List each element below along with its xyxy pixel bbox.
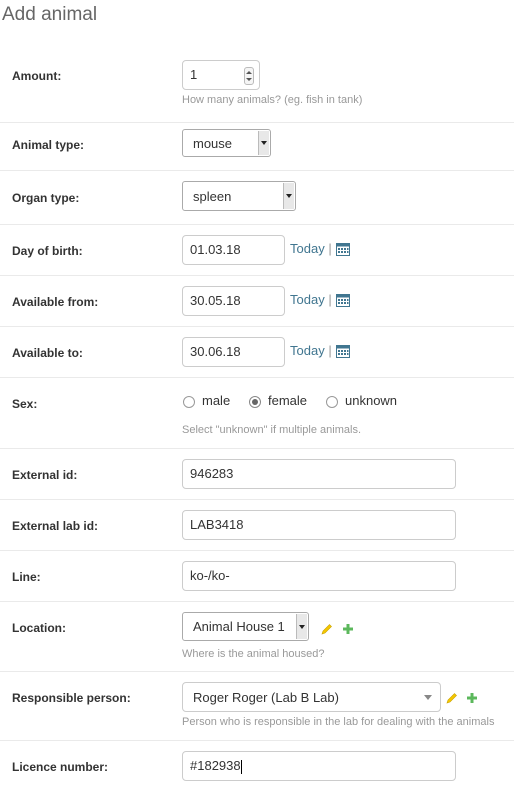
today-link-label: Today (290, 241, 325, 256)
sex-help: Select "unknown" if multiple animals. (182, 424, 362, 436)
sex-option-female[interactable]: female (268, 393, 307, 408)
field-row-organ-type: Organ type: spleen (0, 171, 514, 225)
responsible-person-help: Person who is responsible in the lab for… (182, 716, 495, 728)
amount-spinner[interactable] (244, 67, 254, 85)
responsible-person-select[interactable]: Roger Roger (Lab B Lab) (182, 682, 441, 712)
separator: | (328, 343, 332, 358)
day-of-birth-input[interactable]: 01.03.18 (182, 235, 285, 265)
available-to-label: Available to: (12, 346, 83, 360)
available-from-label: Available from: (12, 295, 99, 309)
external-id-input[interactable]: 946283 (182, 459, 456, 489)
available-from-input[interactable]: 30.05.18 (182, 286, 285, 316)
sex-radio-female[interactable] (249, 396, 261, 408)
amount-value: 1 (190, 67, 198, 82)
day-of-birth-label: Day of birth: (12, 244, 83, 258)
location-select[interactable]: Animal House 1 (182, 612, 309, 641)
page-title: Add animal (2, 4, 98, 25)
sex-option-male[interactable]: male (202, 393, 230, 408)
line-input[interactable]: ko-/ko- (182, 561, 456, 591)
chevron-down-icon (258, 131, 269, 155)
animal-type-select[interactable]: mouse (182, 129, 271, 157)
pencil-icon[interactable] (446, 692, 458, 704)
available-to-today-link[interactable]: Today | (290, 343, 332, 358)
available-to-input[interactable]: 30.06.18 (182, 337, 285, 367)
external-lab-id-label: External lab id: (12, 519, 99, 533)
licence-number-label: Licence number: (12, 760, 109, 774)
field-row-amount: Amount: 1 How many animals? (eg. fish in… (0, 52, 514, 123)
separator: | (328, 241, 332, 256)
external-id-label: External id: (12, 468, 78, 482)
plus-icon[interactable] (342, 623, 354, 635)
field-row-sex: Sex: male female unknown Select "unknown… (0, 378, 514, 449)
plus-icon[interactable] (466, 692, 478, 704)
amount-label: Amount: (12, 69, 62, 83)
field-row-line: Line: ko-/ko- (0, 551, 514, 602)
field-row-responsible-person: Responsible person: Roger Roger (Lab B L… (0, 672, 514, 741)
animal-type-value: mouse (193, 136, 233, 151)
sex-option-unknown[interactable]: unknown (345, 393, 397, 408)
chevron-down-icon (424, 695, 432, 700)
organ-type-label: Organ type: (12, 191, 80, 205)
today-link-label: Today (290, 292, 325, 307)
calendar-icon[interactable] (336, 242, 350, 256)
calendar-icon[interactable] (336, 293, 350, 307)
animal-type-label: Animal type: (12, 138, 85, 152)
sex-label: Sex: (12, 397, 38, 411)
field-row-available-to: Available to: 30.06.18 Today | (0, 327, 514, 378)
licence-number-value: #182938 (190, 758, 241, 773)
chevron-down-icon (296, 614, 307, 639)
day-of-birth-today-link[interactable]: Today | (290, 241, 332, 256)
text-cursor (240, 759, 242, 774)
location-value: Animal House 1 (193, 619, 285, 634)
organ-type-value: spleen (193, 189, 232, 204)
field-row-location: Location: Animal House 1 Where is the an… (0, 602, 514, 672)
separator: | (328, 292, 332, 307)
field-row-licence-number: Licence number: #182938 (0, 741, 514, 791)
location-help: Where is the animal housed? (182, 648, 325, 660)
external-lab-id-input[interactable]: LAB3418 (182, 510, 456, 540)
amount-help: How many animals? (eg. fish in tank) (182, 94, 363, 106)
responsible-person-value: Roger Roger (Lab B Lab) (193, 690, 339, 705)
licence-number-input[interactable]: #182938 (182, 751, 456, 781)
responsible-person-label: Responsible person: (12, 691, 131, 705)
pencil-icon[interactable] (321, 623, 333, 635)
field-row-day-of-birth: Day of birth: 01.03.18 Today | (0, 225, 514, 276)
calendar-icon[interactable] (336, 344, 350, 358)
amount-input[interactable]: 1 (182, 60, 260, 90)
today-link-label: Today (290, 343, 325, 358)
chevron-down-icon (283, 183, 294, 209)
organ-type-select[interactable]: spleen (182, 181, 296, 211)
line-label: Line: (12, 570, 41, 584)
sex-radio-unknown[interactable] (326, 396, 338, 408)
field-row-external-id: External id: 946283 (0, 449, 514, 500)
available-from-today-link[interactable]: Today | (290, 292, 332, 307)
field-row-external-lab-id: External lab id: LAB3418 (0, 500, 514, 551)
field-row-available-from: Available from: 30.05.18 Today | (0, 276, 514, 327)
sex-radio-male[interactable] (183, 396, 195, 408)
location-label: Location: (12, 621, 66, 635)
field-row-animal-type: Animal type: mouse (0, 123, 514, 171)
